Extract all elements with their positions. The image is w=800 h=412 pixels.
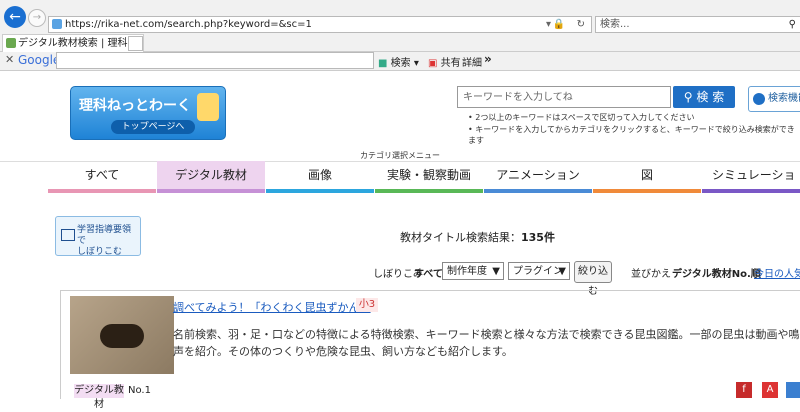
tab-experiment-underline bbox=[375, 189, 483, 193]
item-description: 名前検索、羽・足・口などの特徴による特徴検索、キーワード検索と様々な方法で検索で… bbox=[173, 328, 800, 358]
tab-all[interactable]: すべて bbox=[48, 161, 156, 189]
close-toolbar-icon[interactable]: ✕ bbox=[5, 53, 14, 66]
item-title-link[interactable]: 調べてみよう！「わくわく昆虫ずかん」 bbox=[173, 299, 371, 315]
beetle-thumbnail-image[interactable] bbox=[70, 296, 174, 374]
tab-figures[interactable]: 図 bbox=[593, 161, 701, 189]
search-function-icon bbox=[753, 93, 765, 105]
detail-button[interactable]: 詳細 bbox=[462, 54, 482, 69]
url-text: https://rika-net.com/search.php?keyword=… bbox=[65, 19, 312, 30]
search-tip-2-text: キーワードを入力してからカテゴリをクリックすると、キーワードで絞り込み検索ができ… bbox=[468, 125, 795, 145]
url-input[interactable]: https://rika-net.com/search.php?keyword=… bbox=[48, 16, 592, 33]
refresh-icon[interactable]: ↻ bbox=[577, 17, 585, 32]
keyword-search-label: 検 索 bbox=[696, 90, 725, 104]
category-tag: デジタル教材 bbox=[74, 384, 124, 410]
tab-animation-underline bbox=[484, 189, 592, 193]
narrow-submit-button[interactable]: 絞り込む bbox=[574, 261, 612, 297]
sort-label: 並びかえ bbox=[631, 269, 671, 280]
lock-icon[interactable]: 🔒 bbox=[553, 17, 565, 32]
plugin-select-value: プラグイン bbox=[513, 266, 563, 277]
share-label: 共有 bbox=[440, 58, 461, 69]
share-button[interactable]: ▣ 共有 bbox=[428, 54, 461, 69]
tab-all-underline bbox=[48, 189, 156, 193]
tab-animation[interactable]: アニメーション bbox=[484, 161, 592, 189]
result-summary: 教材タイトル検索結果：135件 bbox=[400, 229, 555, 245]
sort-current: デジタル教材No.順 bbox=[672, 269, 761, 280]
sort-popular-link[interactable]: 今日の人気順 bbox=[754, 265, 800, 280]
year-select-arrow-icon: ▼ bbox=[492, 266, 500, 277]
tab-digital-underline bbox=[157, 189, 265, 193]
browser-search-input[interactable]: 検索... ⚲ bbox=[595, 16, 800, 33]
keyword-search-button[interactable]: ⚲ 検 索 bbox=[673, 86, 735, 108]
logo-title: 理科ねっとわーく bbox=[79, 98, 191, 114]
beetle-body-shape bbox=[100, 324, 144, 348]
tab-simulation[interactable]: シミュレーショ bbox=[702, 161, 800, 189]
more-chevron-icon[interactable]: » bbox=[484, 52, 492, 66]
site-favicon-icon bbox=[52, 19, 62, 29]
plugin-icon bbox=[786, 382, 800, 398]
tab-images[interactable]: 画像 bbox=[266, 161, 374, 189]
new-tab-button[interactable] bbox=[128, 36, 143, 51]
tab-simulation-underline bbox=[702, 189, 800, 193]
google-search-button[interactable]: ■ 検索 ▾ bbox=[378, 54, 419, 69]
curriculum-filter-button[interactable]: 学習指導要領で しぼりこむ bbox=[55, 216, 141, 257]
pdf-icon: A bbox=[762, 382, 778, 398]
keyword-input[interactable]: キーワードを入力してね bbox=[457, 86, 671, 108]
google-search-icon: ■ bbox=[378, 58, 388, 69]
share-icon: ▣ bbox=[428, 58, 438, 69]
logo-button[interactable]: 理科ねっとわーく トップページへ bbox=[70, 86, 226, 140]
search-function-label: 検索機能 bbox=[768, 93, 800, 104]
result-count: 135件 bbox=[521, 231, 555, 244]
search-function-button[interactable]: 検索機能 bbox=[748, 86, 800, 112]
google-search-input[interactable] bbox=[56, 52, 374, 69]
category-menu-label: カテゴリ選択メニュー bbox=[360, 151, 440, 160]
google-search-label: 検索 bbox=[390, 58, 411, 69]
result-prefix: 教材タイトル検索結果： bbox=[400, 231, 521, 244]
tab-favicon-icon bbox=[6, 38, 16, 48]
forward-button[interactable]: → bbox=[28, 9, 46, 27]
browser-search-placeholder: 検索... bbox=[600, 19, 630, 30]
search-tip-1-text: 2つ以上のキーワードはスペースで区切って入力してください bbox=[475, 113, 695, 122]
grade-badge: 小3 bbox=[356, 298, 378, 312]
plugin-select-arrow-icon: ▼ bbox=[558, 266, 566, 277]
item-number: No.1 bbox=[128, 385, 151, 396]
logo-subtitle: トップページへ bbox=[111, 120, 195, 134]
search-tip-1: • 2つ以上のキーワードはスペースで区切って入力してください bbox=[468, 113, 695, 122]
browser-tab[interactable]: デジタル教材検索 | 理科ねっ... ✕ bbox=[2, 34, 144, 66]
google-logo: Google bbox=[18, 53, 61, 67]
year-select-value: 制作年度 bbox=[447, 266, 487, 277]
plugin-select[interactable]: プラグイン ▼ bbox=[508, 262, 570, 280]
tab-digital-material[interactable]: デジタル教材 bbox=[157, 161, 265, 189]
search-tip-2: • キーワードを入力してからカテゴリをクリックすると、キーワードで絞り込み検索が… bbox=[468, 125, 795, 145]
tab-figures-underline bbox=[593, 189, 701, 193]
book-icon bbox=[61, 229, 75, 241]
curriculum-filter-label: 学習指導要領で しぼりこむ bbox=[77, 225, 132, 257]
tab-experiment-videos[interactable]: 実験・観察動画 bbox=[375, 161, 483, 189]
year-select[interactable]: 制作年度 ▼ bbox=[442, 262, 504, 280]
dropdown-icon[interactable]: ▾ bbox=[546, 17, 551, 32]
magnifier-icon[interactable]: ⚲ bbox=[789, 17, 796, 32]
robot-mascot-icon bbox=[197, 93, 219, 121]
flash-icon: f bbox=[736, 382, 752, 398]
tab-images-underline bbox=[266, 189, 374, 193]
back-button[interactable]: ← bbox=[4, 6, 26, 28]
narrow-all-link[interactable]: すべて bbox=[414, 265, 443, 280]
